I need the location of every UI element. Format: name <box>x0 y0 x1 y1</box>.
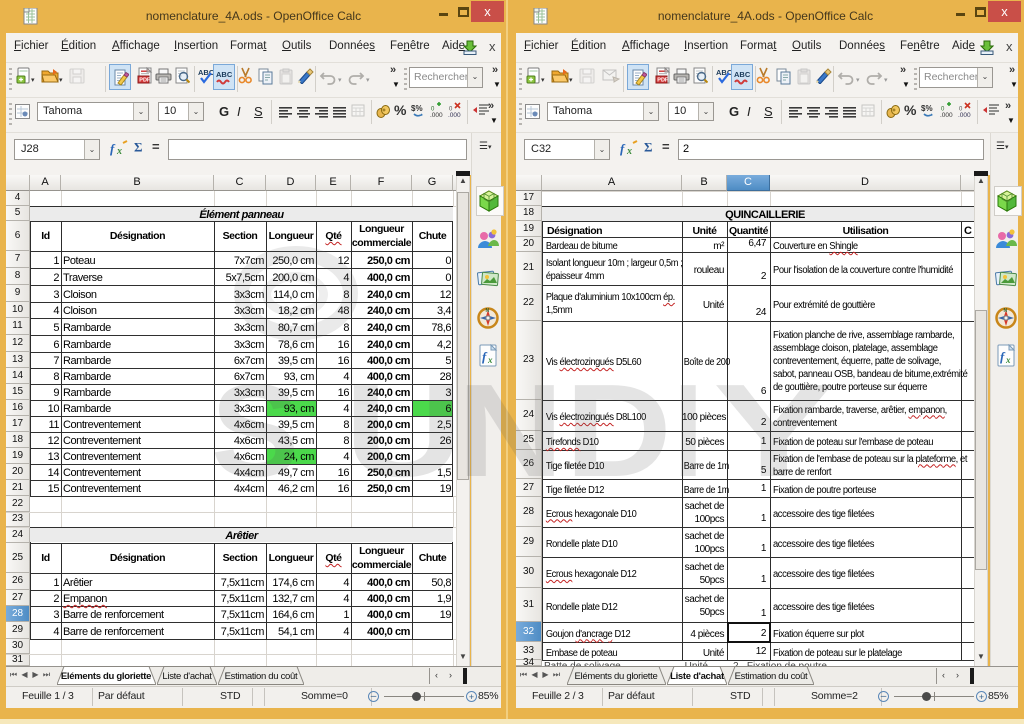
svg-text:N: N <box>486 308 490 314</box>
svg-text:Liste d'achat: Liste d'achat <box>670 671 725 682</box>
svg-text:Liste d'achat: Liste d'achat <box>162 671 212 682</box>
svg-text:f: f <box>620 141 626 156</box>
svg-text:.000: .000 <box>430 112 443 118</box>
svg-text:$%: $% <box>411 104 423 113</box>
svg-text:.000: .000 <box>958 112 971 118</box>
svg-text:N: N <box>1004 308 1008 314</box>
svg-text:ABC: ABC <box>216 70 233 79</box>
svg-text:PDF: PDF <box>657 78 669 84</box>
svg-text:Eléments du gloriette: Eléments du gloriette <box>61 671 151 682</box>
svg-text:x: x <box>116 146 122 156</box>
svg-text:f: f <box>110 141 116 156</box>
svg-text:Estimation du coût: Estimation du coût <box>735 671 808 682</box>
svg-text:Σ: Σ <box>644 140 653 155</box>
svg-text:.000: .000 <box>940 112 953 118</box>
svg-text:ABC: ABC <box>734 70 751 79</box>
svg-text:Σ: Σ <box>134 140 143 155</box>
svg-text:.000: .000 <box>448 112 461 118</box>
svg-text:Eléments du gloriette: Eléments du gloriette <box>575 671 658 682</box>
svg-text:$%: $% <box>921 104 933 113</box>
svg-text:Estimation du coût: Estimation du coût <box>225 671 298 682</box>
svg-text:x: x <box>1005 355 1011 365</box>
svg-text:x: x <box>626 146 632 156</box>
svg-text:PDF: PDF <box>139 78 151 84</box>
